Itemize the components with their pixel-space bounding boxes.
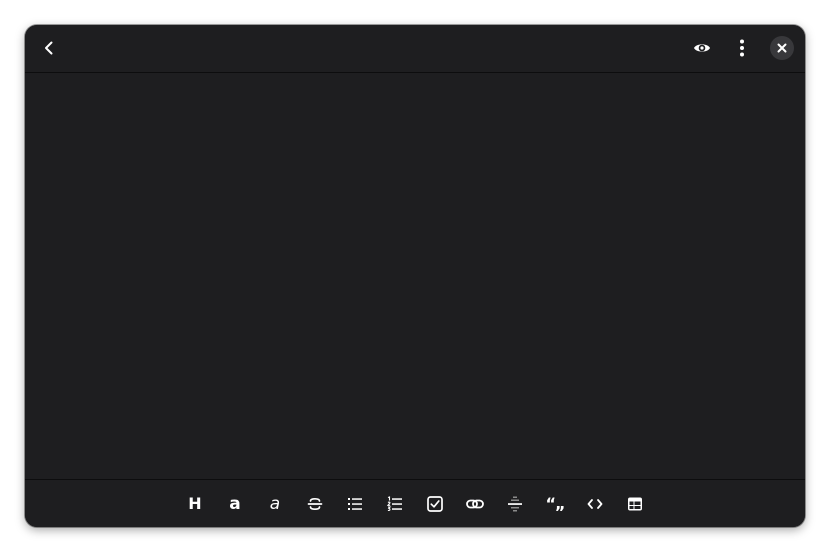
text-editor-area[interactable] xyxy=(25,73,805,479)
preview-button[interactable] xyxy=(687,33,717,63)
chevron-left-icon xyxy=(45,41,53,55)
formatting-toolbar: H a a “„ xyxy=(25,479,805,527)
link-button[interactable] xyxy=(461,491,489,517)
strikethrough-button[interactable] xyxy=(301,491,329,517)
checkbox-icon xyxy=(427,496,443,512)
code-icon xyxy=(587,499,603,509)
heading-button[interactable]: H xyxy=(181,491,209,517)
strikethrough-icon xyxy=(307,497,323,511)
quote-icon: “„ xyxy=(545,494,565,513)
table-button[interactable] xyxy=(621,491,649,517)
italic-button[interactable]: a xyxy=(261,491,289,517)
editor-window: H a a “„ xyxy=(25,25,805,527)
close-icon xyxy=(777,43,787,53)
link-icon xyxy=(466,499,484,509)
numbered-list-button[interactable] xyxy=(381,491,409,517)
italic-icon: a xyxy=(269,493,281,514)
code-button[interactable] xyxy=(581,491,609,517)
table-icon xyxy=(628,497,642,511)
bulleted-list-icon xyxy=(348,498,362,510)
vertical-dots-icon xyxy=(740,39,744,57)
numbered-list-icon xyxy=(387,496,402,512)
quote-button[interactable]: “„ xyxy=(541,491,569,517)
bold-button[interactable]: a xyxy=(221,491,249,517)
horizontal-rule-button[interactable] xyxy=(501,491,529,517)
bold-icon: a xyxy=(229,493,241,514)
checkbox-button[interactable] xyxy=(421,491,449,517)
bulleted-list-button[interactable] xyxy=(341,491,369,517)
close-button[interactable] xyxy=(770,36,794,60)
heading-icon: H xyxy=(188,494,202,513)
horizontal-rule-icon xyxy=(508,496,522,512)
header-bar xyxy=(25,25,805,73)
eye-icon xyxy=(694,44,710,52)
main-menu-button[interactable] xyxy=(727,33,757,63)
back-button[interactable] xyxy=(34,33,64,63)
